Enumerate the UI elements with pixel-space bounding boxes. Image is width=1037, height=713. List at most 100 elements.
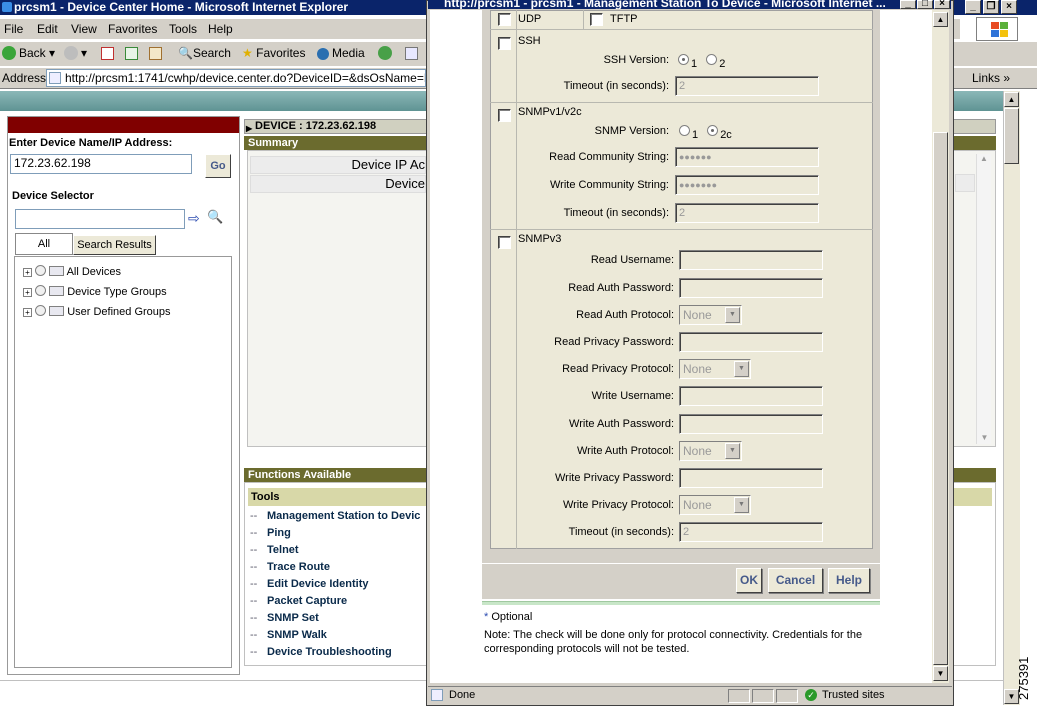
home-button[interactable] <box>149 46 162 60</box>
tool-snmp-set[interactable]: SNMP Set <box>250 612 319 624</box>
page-icon <box>49 72 61 84</box>
folder-icon <box>49 306 65 316</box>
popup-scroll-up-button[interactable]: ▲ <box>933 12 948 27</box>
tree-item-all-devices[interactable]: + All Devices <box>23 265 121 278</box>
help-button[interactable]: Help <box>828 568 870 593</box>
read-community-input[interactable]: ●●●●●● <box>675 147 819 167</box>
expand-icon[interactable]: + <box>23 308 32 317</box>
tool-management-station[interactable]: Management Station to Devic <box>250 510 420 522</box>
note-line-2: corresponding protocols will not be test… <box>484 643 690 655</box>
snmpv1-checkbox[interactable] <box>498 109 511 122</box>
ssh-checkbox[interactable] <box>498 37 511 50</box>
cancel-button[interactable]: Cancel <box>768 568 823 593</box>
snmpv3-timeout-label: Timeout (in seconds): <box>568 526 674 538</box>
snmpv1-timeout-input[interactable]: 2 <box>675 203 819 223</box>
write-privacy-password-label: Write Privacy Password: <box>555 472 674 484</box>
address-input[interactable]: http://prcsm1:1741/cwhp/device.center.do… <box>46 69 426 87</box>
stop-button[interactable] <box>101 46 114 60</box>
read-auth-password-input[interactable] <box>679 278 823 298</box>
ssh-timeout-label: Timeout (in seconds): <box>563 80 669 92</box>
menu-edit[interactable]: Edit <box>37 22 58 36</box>
read-auth-protocol-select[interactable]: None ▼ <box>679 305 742 325</box>
go-button[interactable]: Go <box>205 154 231 178</box>
popup-scroll-thumb[interactable] <box>933 132 948 665</box>
ssh-timeout-input[interactable]: 2 <box>675 76 819 96</box>
write-privacy-protocol-label: Write Privacy Protocol: <box>562 499 674 511</box>
menu-file[interactable]: File <box>4 22 23 36</box>
restore-button[interactable]: ❐ <box>983 0 999 14</box>
tool-snmp-walk[interactable]: SNMP Walk <box>250 629 327 641</box>
status-cell <box>776 689 798 703</box>
zoom-search-icon[interactable]: 🔍 <box>207 209 223 225</box>
windows-logo <box>976 17 1018 41</box>
refresh-button[interactable] <box>125 46 138 60</box>
read-privacy-protocol-select[interactable]: None ▼ <box>679 359 751 379</box>
radio-icon[interactable] <box>35 265 47 276</box>
status-cell <box>752 689 774 703</box>
device-search-input[interactable] <box>15 209 185 229</box>
arrow-right-icon[interactable]: ⇨ <box>188 210 200 227</box>
udp-checkbox[interactable] <box>498 13 511 26</box>
tool-trace-route[interactable]: Trace Route <box>250 561 330 573</box>
snmpv3-timeout-input[interactable]: 2 <box>679 522 823 542</box>
expand-icon[interactable]: + <box>23 268 32 277</box>
read-privacy-password-input[interactable] <box>679 332 823 352</box>
write-username-input[interactable] <box>679 386 823 406</box>
favorites-button[interactable]: ★ Favorites <box>242 46 305 60</box>
snmpv3-checkbox[interactable] <box>498 236 511 249</box>
summary-scrollbar[interactable]: ▲ ▼ <box>976 154 991 444</box>
page-done-icon <box>431 689 443 701</box>
tool-device-troubleshooting[interactable]: Device Troubleshooting <box>250 646 392 658</box>
scroll-up-button[interactable]: ▲ <box>1004 92 1019 107</box>
popup-minimize-button[interactable]: _ <box>900 0 916 9</box>
read-username-input[interactable] <box>679 250 823 270</box>
ssh-v1-radio[interactable] <box>678 54 689 65</box>
snmp-v2c-radio[interactable] <box>707 125 719 136</box>
write-username-label: Write Username: <box>591 390 674 402</box>
device-name-input[interactable]: 172.23.62.198 <box>10 154 192 174</box>
page-scrollbar[interactable] <box>1003 91 1020 705</box>
minimize-button[interactable]: _ <box>965 0 981 14</box>
tab-all[interactable]: All <box>15 233 73 255</box>
write-auth-protocol-select[interactable]: None ▼ <box>679 441 742 461</box>
popup-scroll-down-button[interactable]: ▼ <box>933 666 948 681</box>
menu-favorites[interactable]: Favorites <box>108 22 157 36</box>
menu-view[interactable]: View <box>71 22 97 36</box>
triangle-right-icon: ▶ <box>246 124 253 133</box>
tab-search-results[interactable]: Search Results <box>73 235 156 255</box>
back-button[interactable]: Back ▾ <box>2 46 55 60</box>
popup-maximize-button[interactable]: □ <box>917 0 933 9</box>
mail-button[interactable] <box>405 46 418 60</box>
write-community-input[interactable]: ●●●●●●● <box>675 175 819 195</box>
check-circle-icon: ✓ <box>805 689 817 701</box>
ssh-v2-radio[interactable] <box>706 54 718 65</box>
tree-item-user-defined-groups[interactable]: + User Defined Groups <box>23 305 171 318</box>
note-line-1: Note: The check will be done only for pr… <box>484 629 863 641</box>
ok-button[interactable]: OK <box>736 568 762 593</box>
tool-telnet[interactable]: Telnet <box>250 544 298 556</box>
media-button[interactable]: Media <box>317 46 365 60</box>
page-scroll-thumb[interactable] <box>1004 108 1019 164</box>
mail-icon <box>405 47 418 60</box>
history-button[interactable] <box>378 46 395 60</box>
tree-item-device-type-groups[interactable]: + Device Type Groups <box>23 285 167 298</box>
tool-edit-device-identity[interactable]: Edit Device Identity <box>250 578 369 590</box>
expand-icon[interactable]: + <box>23 288 32 297</box>
write-auth-password-input[interactable] <box>679 414 823 434</box>
tftp-checkbox[interactable] <box>590 13 603 26</box>
refresh-icon <box>125 47 138 60</box>
snmp-v1-radio[interactable] <box>679 125 690 136</box>
close-button[interactable]: × <box>1001 0 1017 14</box>
tool-packet-capture[interactable]: Packet Capture <box>250 595 347 607</box>
popup-close-button[interactable]: × <box>934 0 950 9</box>
write-privacy-password-input[interactable] <box>679 468 823 488</box>
menu-help[interactable]: Help <box>208 22 233 36</box>
links-button[interactable]: Links » <box>972 71 1010 85</box>
write-privacy-protocol-select[interactable]: None ▼ <box>679 495 751 515</box>
radio-icon[interactable] <box>35 285 47 296</box>
tool-ping[interactable]: Ping <box>250 527 291 539</box>
menu-tools[interactable]: Tools <box>169 22 197 36</box>
forward-button[interactable]: ▾ <box>64 46 87 60</box>
search-button[interactable]: 🔍Search <box>178 46 231 60</box>
radio-icon[interactable] <box>35 305 47 316</box>
